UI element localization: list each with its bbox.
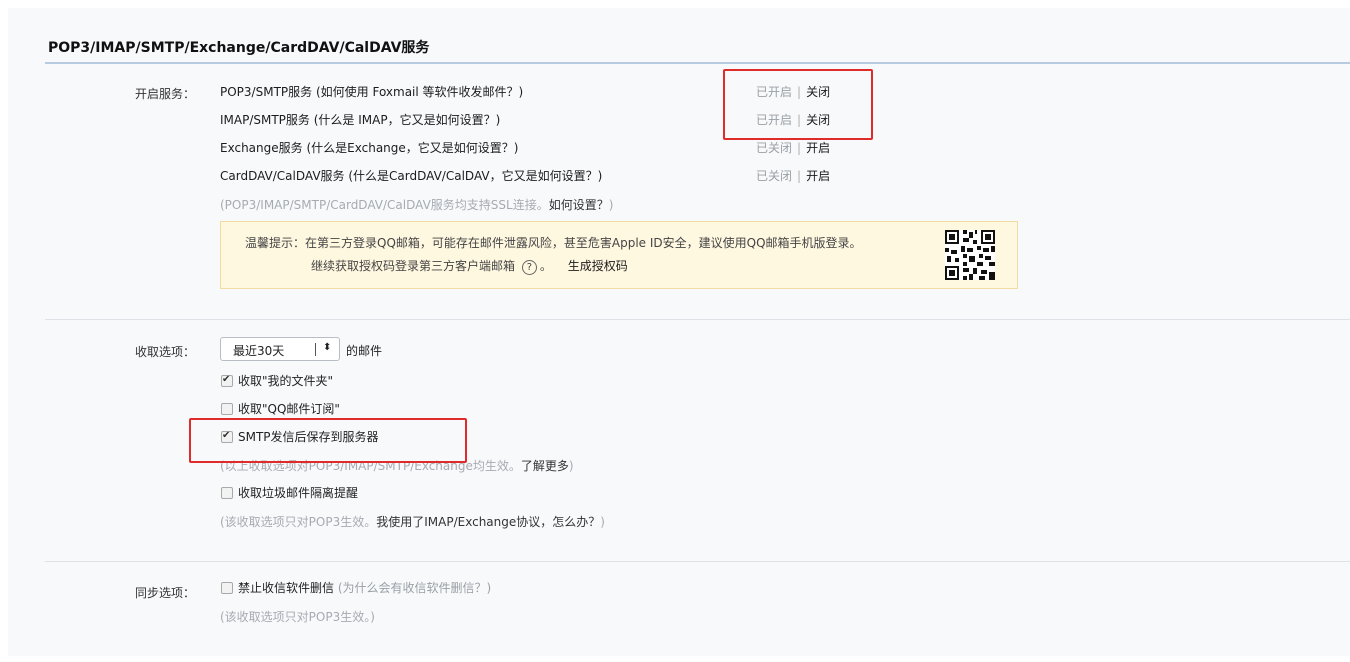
period-suffix: 的邮件 [346, 344, 383, 358]
section-divider [45, 561, 1350, 562]
checkbox-qq-subscription[interactable] [221, 403, 233, 415]
service-name: Exchange服务 [220, 141, 303, 155]
sync-note: (该收取选项只对POP3生效。) [220, 610, 375, 624]
ssl-note: (POP3/IMAP/SMTP/CardDAV/CalDAV服务均支持SSL连接… [220, 198, 614, 212]
service-row-carddav: CardDAV/CalDAV服务 (什么是CardDAV/CalDAV，它又是如… [220, 167, 602, 184]
service-help-link[interactable]: (什么是 IMAP，它又是如何设置？) [314, 113, 501, 127]
services-label: 开启服务： [135, 87, 196, 101]
receive-label: 收取选项： [135, 345, 196, 359]
service-row-pop3: POP3/SMTP服务 (如何使用 Foxmail 等软件收发邮件？) [220, 83, 523, 100]
period-select[interactable]: 最近30天 ⬍ [220, 337, 340, 361]
service-name: CardDAV/CalDAV服务 [220, 169, 345, 183]
notice-text: 温馨提示：在第三方登录QQ邮箱，可能存在邮件泄露风险，甚至危害Apple ID安… [245, 236, 862, 250]
pop3-note: (该收取选项只对POP3生效。我使用了IMAP/Exchange协议，怎么办？) [220, 515, 605, 529]
section-divider [45, 319, 1350, 320]
sync-option-row: 禁止收信软件删信 (为什么会有收信软件删信？) [238, 579, 491, 596]
prevent-delete-label: 禁止收信软件删信 [238, 581, 335, 595]
option-spam-alert-label: 收取垃圾邮件隔离提醒 [238, 486, 359, 500]
highlight-box-smtp-save [189, 418, 467, 463]
checkbox-spam-alert[interactable] [221, 487, 233, 499]
question-circle-icon[interactable]: ? [521, 260, 537, 275]
page-title: POP3/IMAP/SMTP/Exchange/CardDAV/CalDAV服务 [48, 40, 430, 56]
ssl-help-link[interactable]: 如何设置？ [549, 198, 609, 212]
service-toggle-link[interactable]: 开启 [806, 141, 830, 155]
qr-code-icon [945, 230, 995, 280]
imap-help-link[interactable]: 我使用了IMAP/Exchange协议，怎么办？ [376, 515, 600, 529]
notice-text-2: 继续获取授权码登录第三方客户端邮箱 ?。 生成授权码 [311, 259, 628, 275]
checkbox-prevent-delete[interactable] [221, 582, 233, 594]
service-status-carddav: 已关闭 | 开启 [756, 169, 831, 183]
select-arrows-icon: ⬍ [323, 342, 332, 353]
title-divider [45, 62, 1350, 64]
service-name: IMAP/SMTP服务 [220, 113, 310, 127]
generate-code-link[interactable]: 生成授权码 [568, 259, 628, 273]
checkbox-my-folders[interactable] [221, 374, 233, 387]
service-status-exchange: 已关闭 | 开启 [756, 141, 831, 155]
option-my-folders-label: 收取"我的文件夹" [238, 374, 334, 388]
service-help-link[interactable]: (什么是Exchange，它又是如何设置？) [306, 141, 518, 155]
prevent-delete-help-link[interactable]: (为什么会有收信软件删信？) [338, 581, 491, 595]
service-help-link[interactable]: (如何使用 Foxmail 等软件收发邮件？) [316, 85, 523, 99]
service-help-link[interactable]: (什么是CardDAV/CalDAV，它又是如何设置？) [348, 169, 602, 183]
service-row-imap: IMAP/SMTP服务 (什么是 IMAP，它又是如何设置？) [220, 111, 500, 128]
warning-notice: 温馨提示：在第三方登录QQ邮箱，可能存在邮件泄露风险，甚至危害Apple ID安… [220, 221, 1018, 289]
service-name: POP3/SMTP服务 [220, 85, 313, 99]
highlight-box-services [723, 69, 873, 140]
sync-label: 同步选项： [135, 586, 196, 600]
settings-panel [8, 8, 1350, 656]
learn-more-link[interactable]: 了解更多 [521, 459, 569, 473]
service-row-exchange: Exchange服务 (什么是Exchange，它又是如何设置？) [220, 139, 518, 156]
service-toggle-link[interactable]: 开启 [806, 169, 830, 183]
option-qq-subscription-label: 收取"QQ邮件订阅" [238, 402, 340, 416]
service-state: 已关闭 [756, 141, 793, 155]
service-state: 已关闭 [756, 169, 793, 183]
